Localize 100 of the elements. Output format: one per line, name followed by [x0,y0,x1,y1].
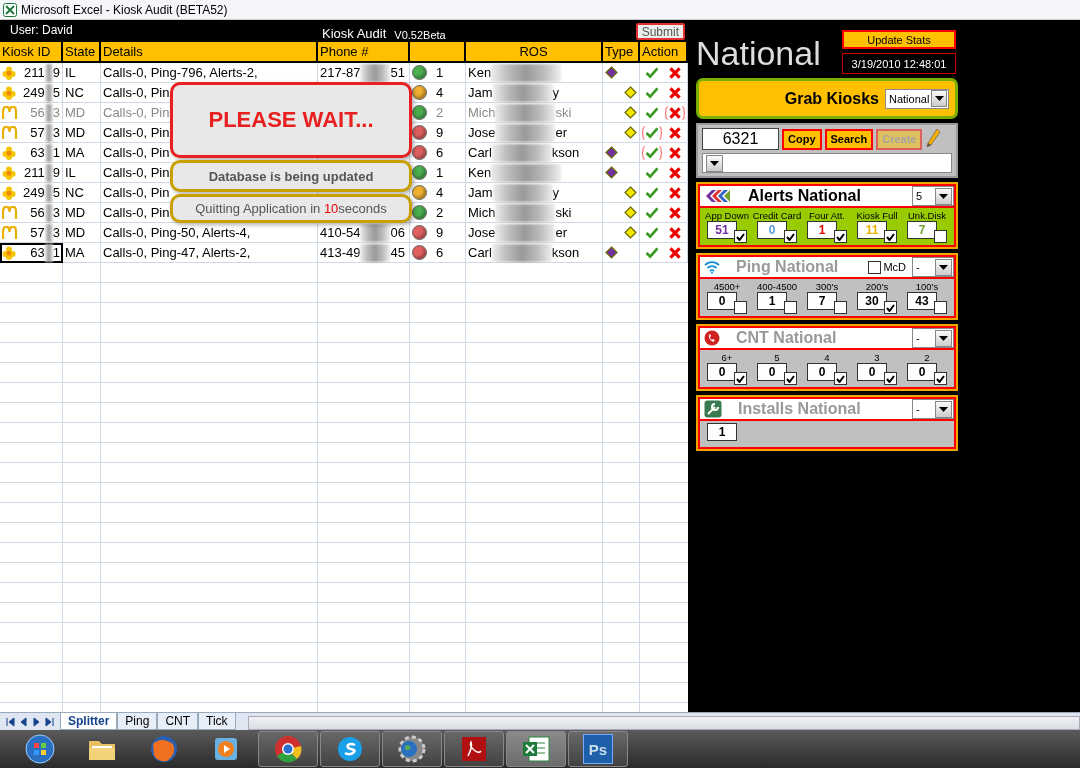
taskbar-button[interactable]: Ps [568,731,628,767]
checkbox[interactable] [934,230,947,243]
x-icon[interactable] [665,104,685,121]
phone-number: 217-87 [320,65,361,80]
submit-button[interactable]: Submit [635,23,685,40]
dropdown[interactable]: - [912,257,954,277]
redaction-blur [44,83,53,102]
sheet-tab[interactable]: Splitter [60,713,118,730]
table-cell: NC [63,183,101,203]
flower-icon [2,145,16,160]
ros-name: Jam [468,85,493,100]
metric-value: 0 [757,221,787,239]
caret-icon [939,264,948,270]
action-button[interactable]: Search [824,128,874,150]
ros-name: Mich [468,105,496,120]
redaction-blur [495,223,556,242]
check-icon[interactable] [642,144,662,161]
checkbox[interactable] [884,230,897,243]
metric-value: 1 [707,423,737,441]
check-icon[interactable] [642,124,662,141]
checkbox[interactable] [784,372,797,385]
kiosk-id: 3 [52,105,60,120]
sheet-tab[interactable]: CNT [157,713,199,730]
ros-name: Carl [468,145,492,160]
metric-label: 2 [924,352,930,363]
checkbox[interactable] [734,301,747,314]
kiosk-id: 249 [23,85,45,100]
checkbox[interactable] [834,230,847,243]
metric-label: 200's [865,281,889,292]
checkbox-label: McD [883,261,906,273]
dropdown[interactable]: 5 [912,186,954,206]
redaction-blur [44,63,53,82]
kiosk-id: 9 [52,65,60,80]
update-stats-button[interactable]: Update Stats [842,30,956,49]
pencil-icon[interactable] [925,128,942,150]
check-icon [886,374,895,383]
first-sheet-icon[interactable] [6,717,15,727]
sheet-tab[interactable]: Ping [117,713,158,730]
dropdown[interactable] [702,153,952,173]
cloud-icon [335,734,365,764]
table-cell: IL [63,163,101,183]
sheet-tab[interactable]: Tick [198,713,236,730]
redaction-blur [44,123,53,142]
metric-label: Credit Card [752,210,802,221]
checkbox[interactable] [934,301,947,314]
checkbox[interactable] [884,301,897,314]
checkbox[interactable] [834,372,847,385]
metric-value: 0 [807,363,837,381]
metric-label: 300's [815,281,839,292]
kiosk-id: 63 [30,145,45,160]
kiosk-id: 1 [52,145,60,160]
dropdown[interactable]: - [912,328,954,348]
taskbar-button[interactable] [258,731,318,767]
status-count: 9 [436,225,444,240]
redaction-blur [44,143,53,162]
last-sheet-icon[interactable] [45,717,54,727]
app-logo: Ps [583,734,613,764]
checkbox[interactable] [734,230,747,243]
next-sheet-icon[interactable] [32,717,41,727]
checkbox[interactable] [868,260,882,274]
status-count: 4 [436,185,444,200]
checkbox[interactable] [734,372,747,385]
metric-label: Four Att. [809,210,845,221]
metric-value: 30 [857,292,887,310]
status-count: 2 [436,105,444,120]
kiosk-id: 249 [23,185,45,200]
redaction-blur [495,123,556,142]
column-header: Action [640,42,688,61]
dropdown[interactable]: - [912,399,954,419]
ros-name: y [552,85,560,100]
flower-icon [2,245,16,260]
ros-name: Jam [468,185,493,200]
checkbox[interactable] [884,372,897,385]
metric-label: 3 [874,352,880,363]
metric-value: 1 [757,292,787,310]
checkbox[interactable] [834,301,847,314]
arch-icon [2,226,18,239]
phone-number: 51 [390,65,405,80]
kiosk-field[interactable]: 6321 [702,128,779,150]
previous-sheet-icon[interactable] [19,717,28,727]
metric-value: 11 [857,221,887,239]
taskbar-button[interactable] [506,731,566,767]
status-count: 1 [436,165,444,180]
action-button[interactable]: Copy [782,128,822,150]
taskbar-button[interactable] [320,731,380,767]
metric-value: 0 [907,363,937,381]
checkbox[interactable] [784,230,797,243]
checkbox[interactable] [934,372,947,385]
taskbar-button[interactable] [382,731,442,767]
version-label: V0.52Beta [394,29,447,41]
kiosk-id: 56 [30,105,45,120]
section-title: CNT National [735,329,838,347]
kiosk-id: 9 [52,165,60,180]
horizontal-scrollbar[interactable] [247,716,1080,730]
checkbox[interactable] [784,301,797,314]
column-header: Type [603,42,640,61]
phone-number: 45 [390,245,405,260]
dropdown[interactable]: National [885,88,949,109]
kiosk-id: 5 [52,85,60,100]
redaction-blur [491,243,552,262]
